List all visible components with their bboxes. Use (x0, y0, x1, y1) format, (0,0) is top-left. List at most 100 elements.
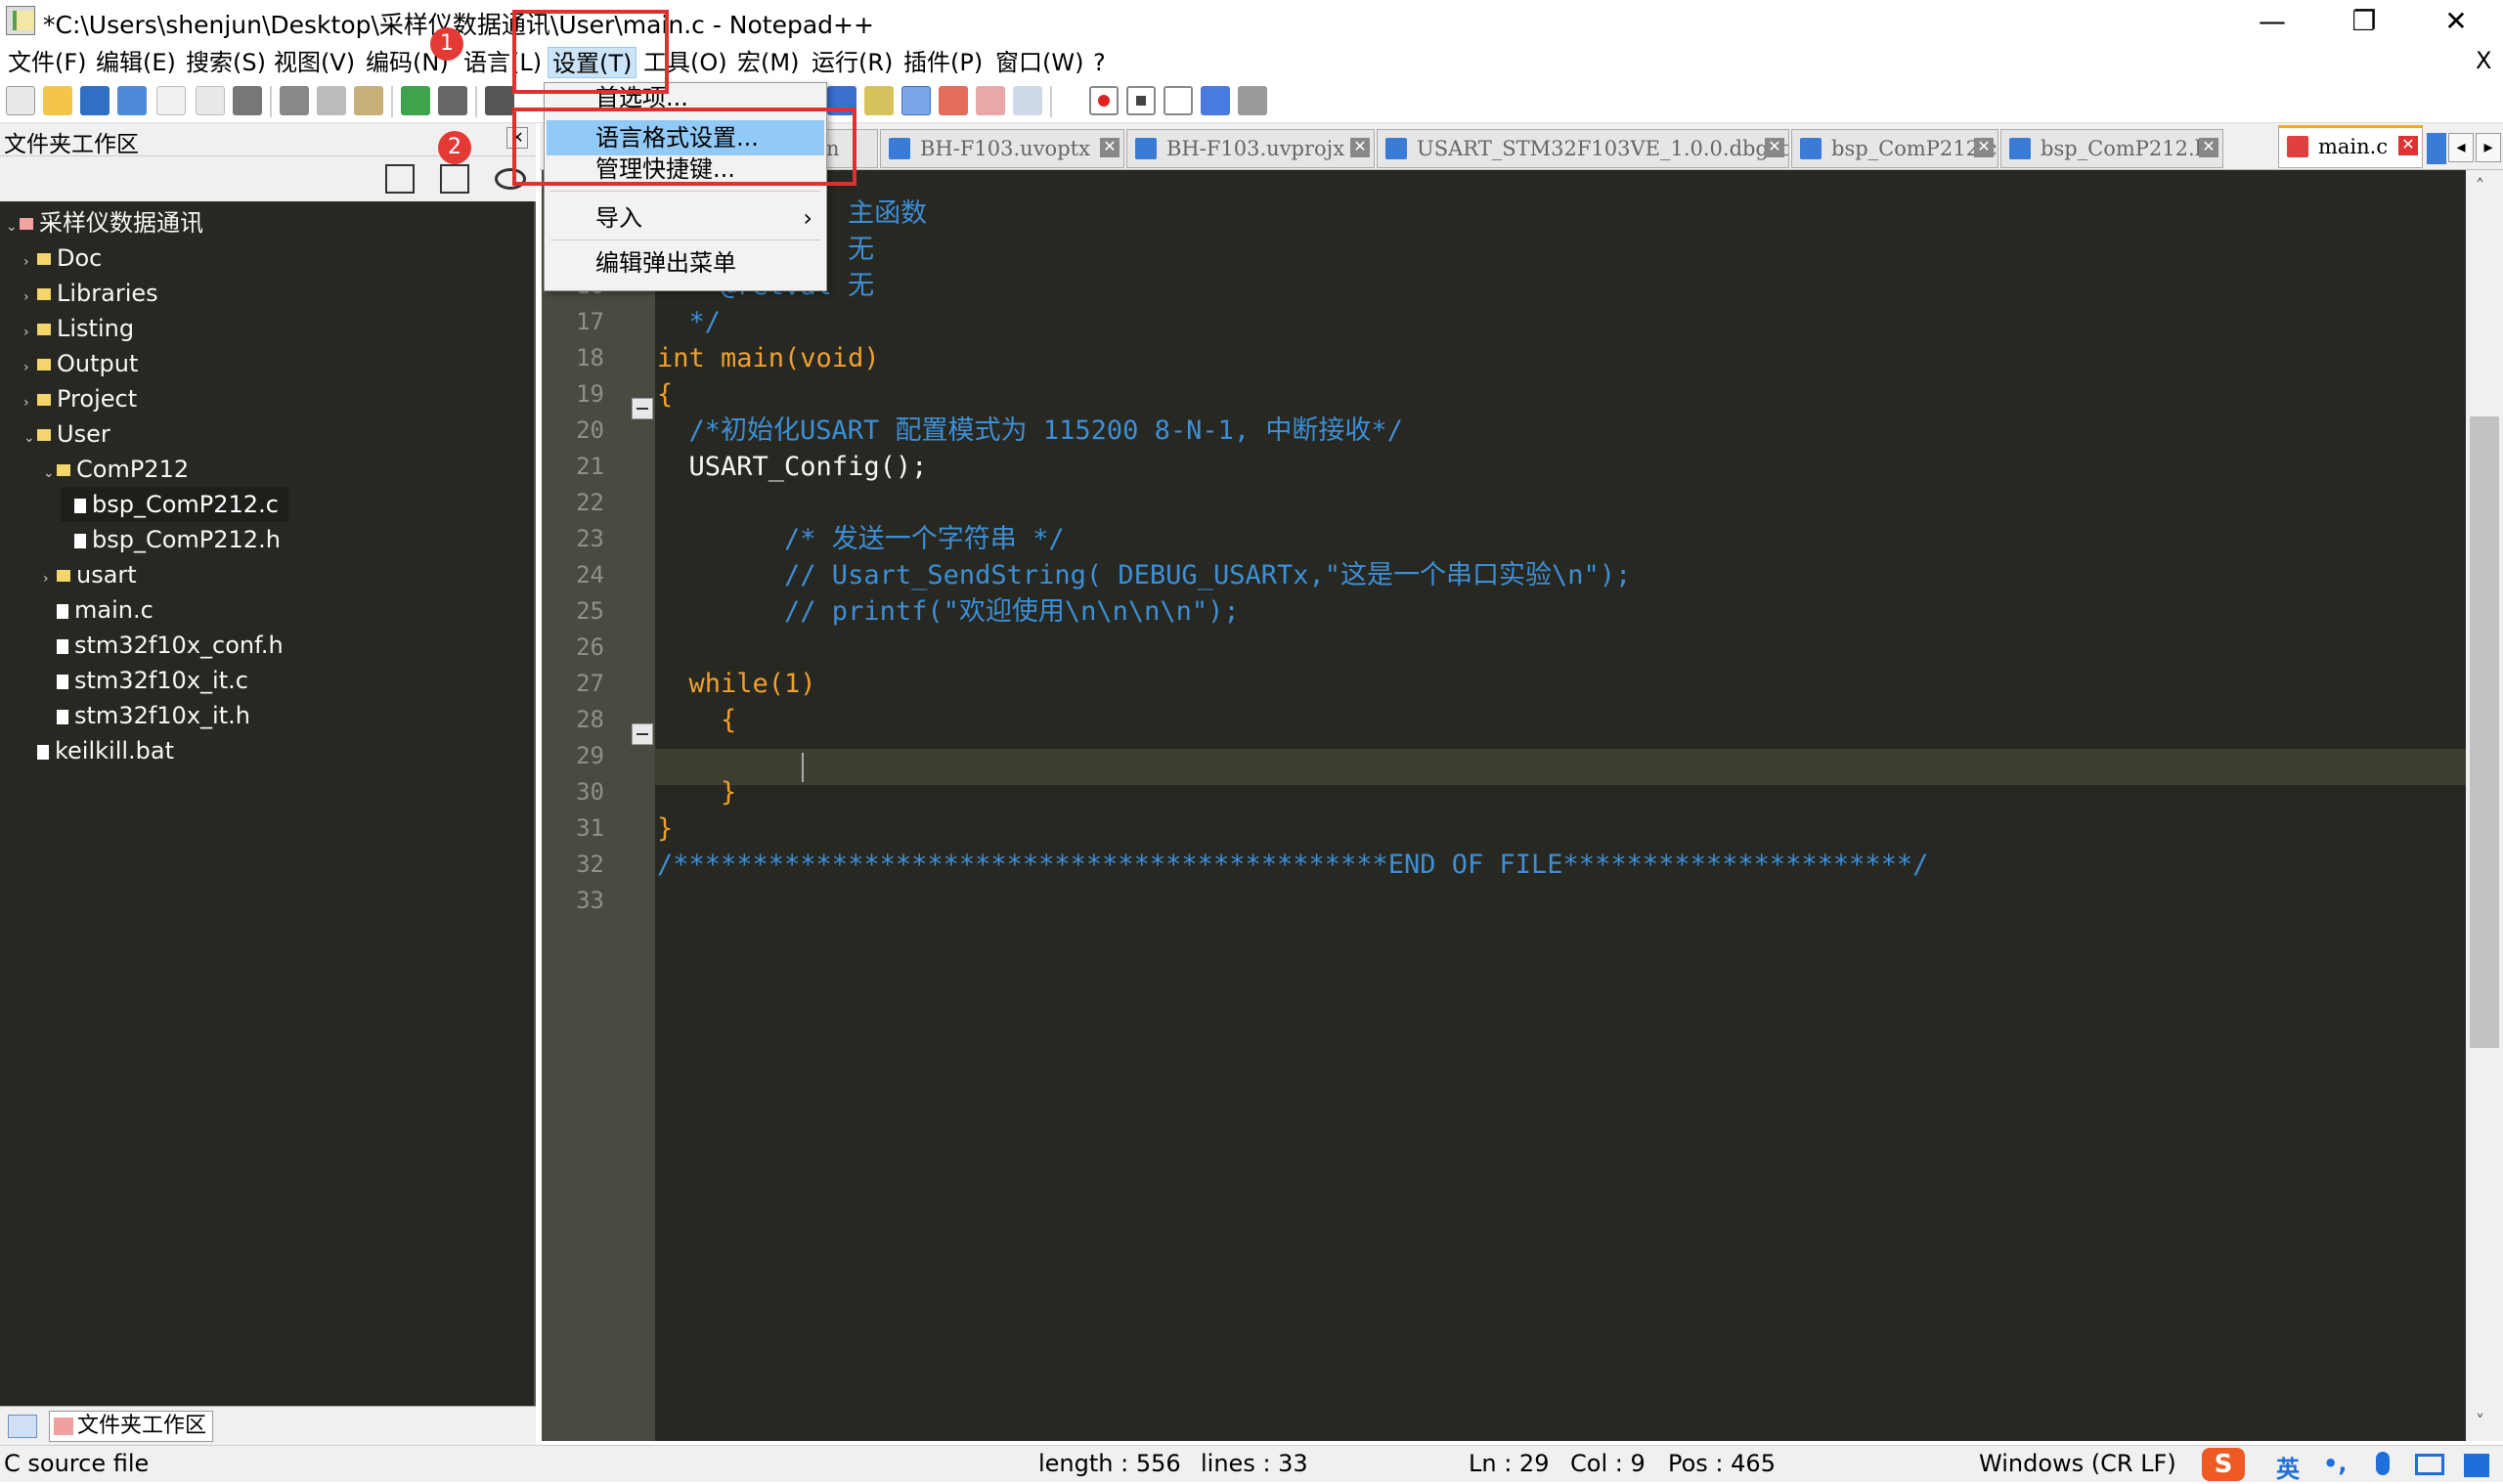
tab-bsp-comp212-c[interactable]: bsp_ComP212.c ✕ (1791, 129, 1998, 168)
record-macro-icon[interactable] (1089, 86, 1119, 115)
redo-icon[interactable] (438, 86, 467, 115)
find-icon[interactable] (485, 86, 514, 115)
scroll-up-icon[interactable]: ˄ (2476, 176, 2484, 196)
scroll-down-icon[interactable]: ˅ (2476, 1412, 2484, 1432)
ime-language-indicator[interactable]: 英 (2276, 1450, 2300, 1484)
tree-folder-output[interactable]: › Output (23, 346, 138, 381)
ime-punctuation-icon[interactable]: •, (2323, 1450, 2347, 1477)
line-number: 17 (576, 308, 604, 335)
menu-file[interactable]: 文件(F) (4, 47, 91, 78)
tree-folder-project[interactable]: › Project (23, 381, 137, 416)
tree-folder-comp212[interactable]: ⌄ ComP212 (43, 452, 189, 487)
play-macro-icon[interactable] (1164, 86, 1193, 115)
tree-file-bsp-comp212-c[interactable]: bsp_ComP212.c (61, 487, 288, 522)
copy-icon[interactable] (317, 86, 346, 115)
keyboard-icon[interactable] (2415, 1454, 2444, 1475)
tree-folder-usart[interactable]: › usart (43, 557, 137, 592)
run-macro-multiple-icon[interactable] (1201, 86, 1230, 115)
menu-item-import[interactable]: 导入 › (547, 200, 824, 236)
open-file-icon[interactable] (43, 86, 72, 115)
tree-file-keilkill-bat[interactable]: keilkill.bat (23, 733, 174, 768)
menu-view[interactable]: 视图(V) (270, 47, 359, 78)
tree-folder-listing[interactable]: › Listing (23, 311, 134, 346)
tree-file-stm32f10x-conf-h[interactable]: stm32f10x_conf.h (43, 628, 284, 663)
scrollbar-thumb[interactable] (2470, 416, 2499, 1048)
folder-workspace-title: 文件夹工作区 (4, 132, 139, 157)
code-line: { (657, 379, 674, 410)
tree-file-stm32f10x-it-c[interactable]: stm32f10x_it.c (43, 663, 248, 698)
tree-folder-user[interactable]: ⌄ User (23, 416, 110, 452)
status-line: Ln : 29 (1469, 1450, 1550, 1477)
tree-root[interactable]: ⌄ 采样仪数据通讯 (6, 205, 203, 240)
tab-bh-f103-uvprojx[interactable]: BH-F103.uvprojx ✕ (1126, 129, 1375, 168)
toolbar-separator (475, 86, 477, 117)
monitoring-icon[interactable] (1013, 86, 1042, 115)
sogou-ime-icon[interactable]: S (2202, 1448, 2245, 1481)
status-file-type: C source file (4, 1450, 150, 1477)
close-document-button[interactable]: X (2476, 47, 2491, 74)
status-length: length : 556 (1038, 1450, 1181, 1477)
new-file-icon[interactable] (6, 86, 35, 115)
tree-file-bsp-comp212-h[interactable]: bsp_ComP212.h (61, 522, 281, 557)
fold-marker[interactable] (632, 398, 653, 419)
menu-edit[interactable]: 编辑(E) (92, 47, 180, 78)
tree-file-stm32f10x-it-h[interactable]: stm32f10x_it.h (43, 698, 250, 733)
minimize-button[interactable]: — (2233, 0, 2311, 45)
folder-workspace-icon[interactable] (976, 86, 1005, 115)
tab-scroll-left-button[interactable]: ◂ (2448, 133, 2474, 162)
stop-macro-icon[interactable] (1126, 86, 1156, 115)
ime-toolbox-icon[interactable] (2464, 1454, 2489, 1477)
code-line: USART_Config(); (657, 452, 928, 482)
tab-scroll-right-button[interactable]: ▸ (2476, 133, 2501, 162)
notepad-plus-plus-icon (6, 6, 35, 35)
fold-all-icon[interactable] (440, 164, 469, 194)
line-number: 27 (576, 670, 604, 697)
menu-plugins[interactable]: 插件(P) (900, 47, 987, 78)
tab-main-c[interactable]: main.c ✕ (2278, 125, 2423, 168)
print-icon[interactable] (233, 86, 262, 115)
status-eol: Windows (CR LF) (1979, 1450, 2176, 1477)
tree-folder-doc[interactable]: › Doc (23, 240, 102, 276)
status-bar: C source file length : 556 lines : 33 Ln… (0, 1445, 2503, 1484)
tab-bh-f103-uvoptx[interactable]: BH-F103.uvoptx ✕ (880, 129, 1124, 168)
vertical-scrollbar[interactable]: ˄ ˅ (2466, 170, 2503, 1441)
code-editor[interactable]: * @brief 主函数 * @param 无 * @retval 无 */ i… (655, 170, 2466, 1441)
menu-macro[interactable]: 宏(M) (733, 47, 803, 78)
line-number: 25 (576, 597, 604, 625)
panel-tab-bar: 文件夹工作区 (0, 1406, 536, 1445)
unfold-all-icon[interactable] (385, 164, 415, 194)
save-all-icon[interactable] (117, 86, 147, 115)
indent-guide-icon[interactable] (901, 86, 931, 115)
tab-bsp-comp212-h[interactable]: bsp_ComP212.h ✕ (2000, 129, 2223, 168)
menu-item-edit-popup-menu[interactable]: 编辑弹出菜单 (547, 245, 824, 281)
undo-icon[interactable] (401, 86, 430, 115)
cut-icon[interactable] (280, 86, 309, 115)
fold-marker[interactable] (632, 723, 653, 745)
tab-dbgconf[interactable]: USART_STM32F103VE_1.0.0.dbgconf ✕ (1377, 129, 1789, 168)
tree-file-main-c[interactable]: main.c (43, 592, 154, 628)
tab-overflow-partial[interactable] (2427, 133, 2446, 164)
menu-search[interactable]: 搜索(S) (182, 47, 270, 78)
close-file-icon[interactable] (156, 86, 186, 115)
menu-window[interactable]: 窗口(W) (991, 47, 1087, 78)
close-button[interactable]: ✕ (2417, 0, 2495, 45)
line-number: 26 (576, 633, 604, 661)
close-all-icon[interactable] (196, 86, 225, 115)
save-macro-icon[interactable] (1238, 86, 1267, 115)
status-column: Col : 9 (1570, 1450, 1646, 1477)
microphone-icon[interactable] (2376, 1452, 2390, 1475)
line-number: 31 (576, 814, 604, 842)
folder-icon (54, 1418, 73, 1435)
code-line: // Usart_SendString( DEBUG_USARTx,"这是一个串… (657, 560, 1632, 590)
project-panel-icon[interactable] (8, 1415, 37, 1438)
maximize-button[interactable]: ❐ (2325, 0, 2403, 45)
menu-help[interactable]: ? (1089, 47, 1110, 78)
doc-map-icon[interactable] (939, 86, 968, 115)
code-line: } (657, 777, 737, 807)
all-chars-icon[interactable] (864, 86, 894, 115)
paste-icon[interactable] (354, 86, 383, 115)
menu-run[interactable]: 运行(R) (808, 47, 897, 78)
save-icon[interactable] (80, 86, 110, 115)
tree-folder-libraries[interactable]: › Libraries (23, 276, 158, 311)
folder-workspace-bottom-tab[interactable]: 文件夹工作区 (49, 1411, 214, 1442)
